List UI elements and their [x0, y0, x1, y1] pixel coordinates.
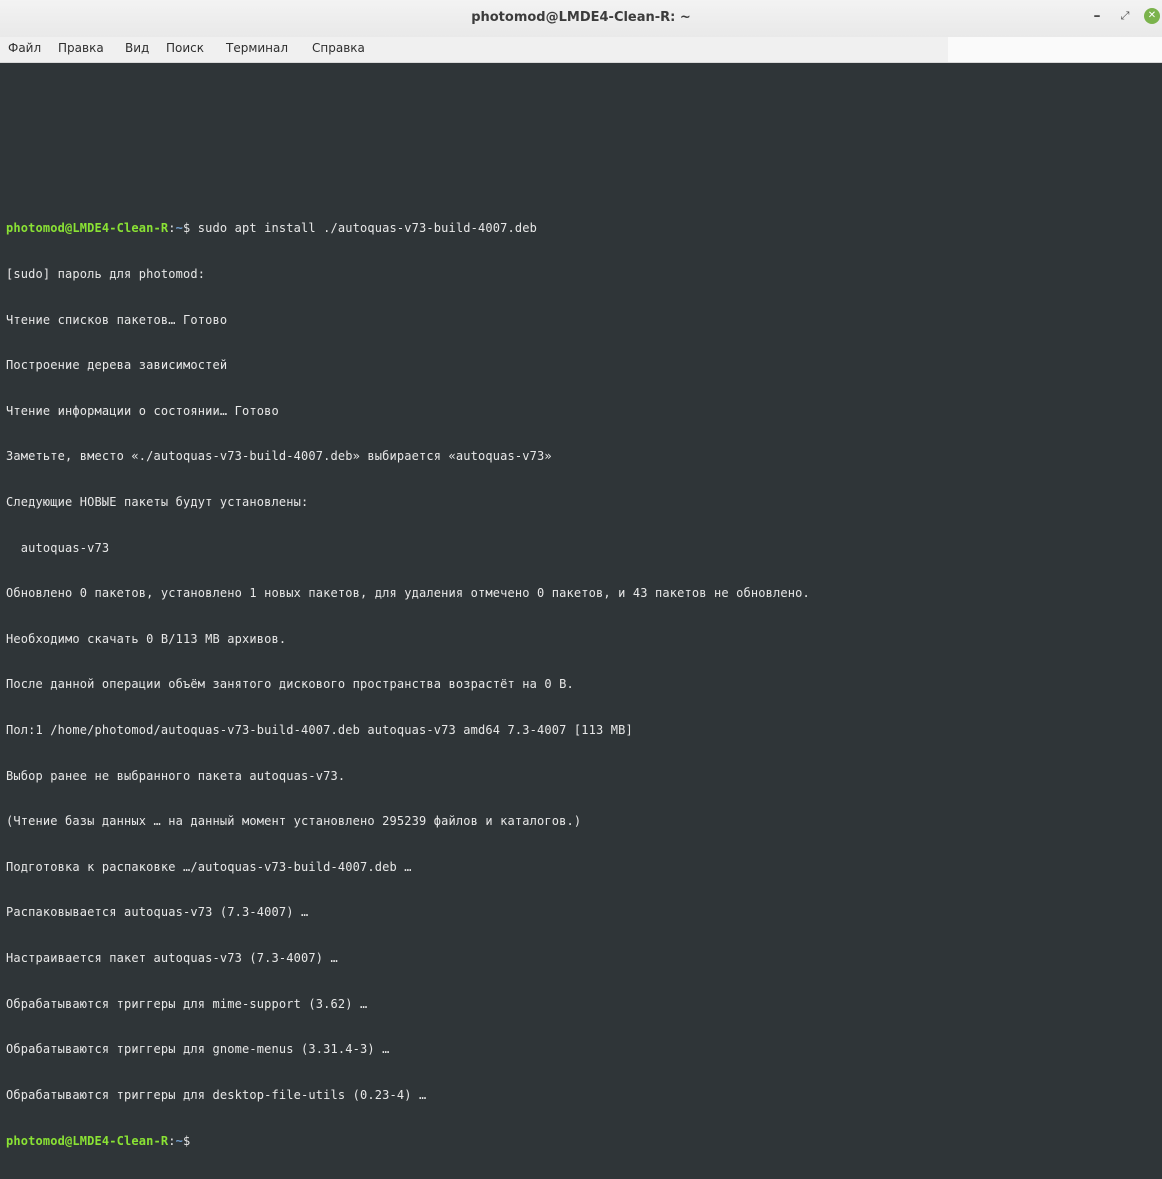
menu-file[interactable]: Файл: [8, 41, 41, 55]
output-line: После данной операции объём занятого дис…: [6, 677, 574, 692]
title-bar[interactable]: photomod@LMDE4-Clean-R: ~ – ⤢ ✕: [0, 0, 1162, 38]
window-title: photomod@LMDE4-Clean-R: ~: [471, 10, 691, 25]
output-line: Пол:1 /home/photomod/autoquas-v73-build-…: [6, 722, 633, 737]
menu-bar-spacer: [948, 37, 1162, 62]
command-line: photomod@LMDE4-Clean-R:~$ sudo apt insta…: [6, 221, 810, 236]
close-button[interactable]: ✕: [1144, 8, 1160, 24]
output-line: Выбор ранее не выбранного пакета autoqua…: [6, 768, 346, 783]
output-line: Обновлено 0 пакетов, установлено 1 новых…: [6, 586, 810, 601]
terminal-output: photomod@LMDE4-Clean-R:~$ sudo apt insta…: [6, 191, 810, 1179]
output-line: [sudo] пароль для photomod:: [6, 267, 206, 281]
output-line: Подготовка к распаковке …/autoquas-v73-b…: [6, 859, 412, 874]
prompt-separator: :: [168, 221, 176, 236]
output-line: Чтение списков пакетов… Готово: [6, 312, 228, 327]
menu-bar: Файл Правка Вид Поиск Терминал Справка: [0, 37, 1162, 63]
output-line: Обрабатываются триггеры для mime-support…: [6, 996, 368, 1011]
menu-edit[interactable]: Правка: [58, 41, 104, 55]
output-line: Следующие НОВЫЕ пакеты будут установлены…: [6, 494, 309, 509]
text-cursor: [190, 1133, 197, 1147]
terminal-window: photomod@LMDE4-Clean-R: ~ – ⤢ ✕ Файл Пра…: [0, 0, 1162, 1148]
menu-search[interactable]: Поиск: [166, 41, 204, 55]
output-line: Необходимо скачать 0 В/113 МВ архивов.: [6, 631, 287, 646]
prompt-symbol: $: [183, 1134, 191, 1149]
prompt-path: ~: [175, 1134, 183, 1149]
prompt-separator: :: [168, 1134, 176, 1149]
menu-view[interactable]: Вид: [125, 41, 149, 55]
output-line: Построение дерева зависимостей: [6, 358, 228, 373]
output-line: Заметьте, вместо «./autoquas-v73-build-4…: [6, 449, 552, 464]
prompt-line: photomod@LMDE4-Clean-R:~$: [6, 1133, 810, 1148]
output-line: Настраивается пакет autoquas-v73 (7.3-40…: [6, 950, 338, 965]
command-text: sudo apt install ./autoquas-v73-build-40…: [190, 221, 537, 236]
prompt-user-host: photomod@LMDE4-Clean-R: [6, 1134, 169, 1149]
output-line: Чтение информации о состоянии… Готово: [6, 403, 279, 418]
menu-help[interactable]: Справка: [312, 41, 365, 55]
output-line: autoquas-v73: [6, 540, 110, 555]
terminal-area[interactable]: photomod@LMDE4-Clean-R:~$ sudo apt insta…: [0, 63, 1162, 1148]
minimize-button[interactable]: –: [1087, 6, 1107, 26]
output-line: Обрабатываются триггеры для desktop-file…: [6, 1087, 427, 1102]
output-line: Обрабатываются триггеры для gnome-menus …: [6, 1042, 390, 1057]
maximize-button[interactable]: ⤢: [1115, 6, 1135, 26]
output-line: (Чтение базы данных … на данный момент у…: [6, 814, 582, 829]
menu-terminal[interactable]: Терминал: [226, 41, 288, 55]
prompt-user-host: photomod@LMDE4-Clean-R: [6, 221, 169, 236]
output-line: Распаковывается autoquas-v73 (7.3-4007) …: [6, 905, 309, 920]
prompt-path: ~: [175, 221, 183, 236]
